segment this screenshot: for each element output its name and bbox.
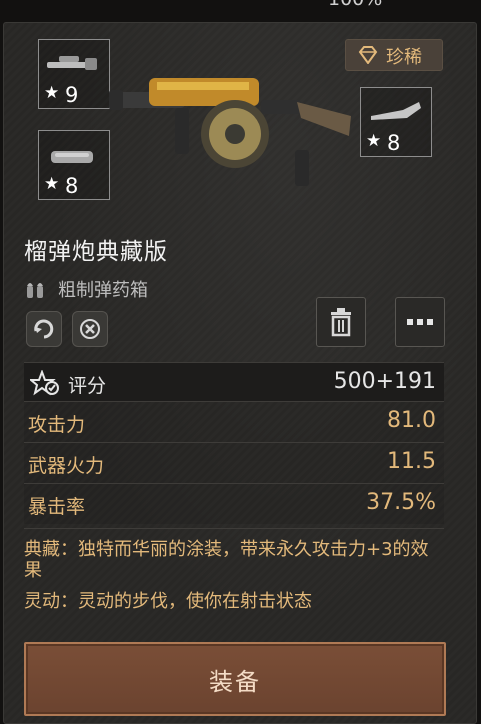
stat-label: 暴击率 <box>28 496 86 518</box>
rarity-label: 珍稀 <box>386 47 422 68</box>
attribute-badge-cycle[interactable] <box>26 311 62 347</box>
stat-value: 11.5 <box>387 449 436 474</box>
diamond-icon <box>358 46 378 64</box>
stats-header-label: 评分 <box>68 375 107 397</box>
stats-table: 评分 500+191 攻击力 81.0 武器火力 11.5 暴击率 37.5% <box>24 362 444 524</box>
stat-value: 81.0 <box>387 408 436 433</box>
rating-star-icon <box>30 370 59 396</box>
stat-value: 37.5% <box>366 490 436 515</box>
part-level: 9 <box>65 83 79 107</box>
cycle-icon <box>34 319 54 339</box>
stat-row-firepower: 武器火力 11.5 <box>24 442 444 483</box>
rarity-badge: 珍稀 <box>345 39 443 71</box>
stat-label: 武器火力 <box>28 455 105 477</box>
stat-label: 攻击力 <box>28 414 86 436</box>
part-slot-scope[interactable]: ★ 9 <box>38 39 110 109</box>
bullets-icon <box>27 283 43 298</box>
delete-button[interactable] <box>316 297 366 347</box>
description-scroll[interactable]: 典藏：独特而华丽的涂装，带来永久攻击力+3的效果 灵动：灵动的步伐，使你在射击状… <box>24 528 444 619</box>
battery-text: 100% <box>328 0 382 10</box>
trash-icon <box>331 308 351 337</box>
weapon-name: 榴弹炮典藏版 <box>24 239 168 265</box>
star-icon: ★ <box>366 131 382 151</box>
scope-icon <box>47 56 97 70</box>
stats-header-row: 评分 500+191 <box>24 362 444 401</box>
description-line: 灵动：灵动的步伐，使你在射击状态 <box>24 591 312 612</box>
description-line: 典藏：独特而华丽的涂装，带来永久攻击力+3的效果 <box>24 539 429 581</box>
stock-icon <box>371 102 421 120</box>
stats-header-value: 500+191 <box>333 369 436 394</box>
part-slot-stock[interactable]: ★ 8 <box>360 87 432 157</box>
more-button[interactable] <box>395 297 445 347</box>
magazine-icon <box>51 151 93 163</box>
equip-button[interactable]: 装备 <box>24 642 446 716</box>
star-icon: ★ <box>44 83 60 103</box>
part-level: 8 <box>387 131 401 155</box>
grenade-launcher-image <box>109 78 351 186</box>
cross-circle-icon <box>80 319 100 339</box>
more-icon <box>407 319 433 325</box>
status-bar-fragment: 100% <box>300 0 481 10</box>
part-slot-magazine[interactable]: ★ 8 <box>38 130 110 200</box>
equip-label: 装备 <box>209 668 261 696</box>
attribute-badge-cross[interactable] <box>72 311 108 347</box>
star-icon: ★ <box>44 174 60 194</box>
stat-row-crit: 暴击率 37.5% <box>24 483 444 524</box>
stat-row-attack: 攻击力 81.0 <box>24 401 444 442</box>
part-level: 8 <box>65 174 79 198</box>
ammo-label: 粗制弹药箱 <box>58 280 148 301</box>
